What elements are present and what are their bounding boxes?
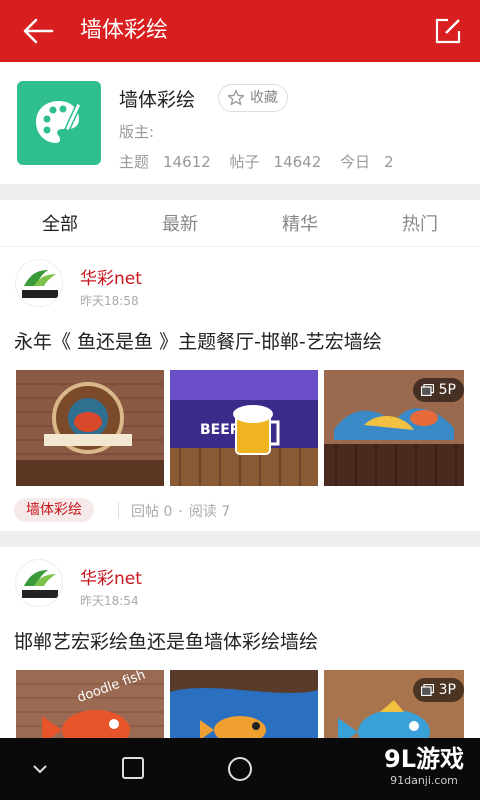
- favorite-button[interactable]: 收藏: [218, 84, 288, 112]
- watermark-site: 91danji.com: [390, 774, 458, 787]
- avatar[interactable]: [15, 559, 63, 607]
- tab-all[interactable]: 全部: [0, 210, 120, 236]
- topics-count: 14612: [163, 153, 211, 171]
- chevron-down-icon[interactable]: [32, 764, 48, 774]
- system-nav-bar: 9L游戏 91danji.com: [0, 738, 480, 800]
- palette-icon: [36, 101, 82, 143]
- divider: [118, 502, 119, 518]
- reply-count: 回帖 0: [131, 504, 173, 520]
- photo-count: 5P: [438, 382, 456, 398]
- post-image[interactable]: BEER: [170, 370, 318, 486]
- compose-icon[interactable]: [434, 17, 462, 45]
- back-arrow-icon[interactable]: [22, 16, 54, 46]
- forum-tag[interactable]: 墙体彩绘: [14, 498, 94, 522]
- tab-latest[interactable]: 最新: [120, 210, 240, 236]
- post-author[interactable]: 华彩net: [80, 264, 142, 289]
- post-meta: 回帖 0 · 阅读 7: [131, 504, 231, 520]
- watermark: 9L游戏 91danji.com: [384, 744, 464, 787]
- today-count: 2: [384, 153, 394, 171]
- forum-name: 墙体彩绘: [119, 89, 196, 111]
- post-author[interactable]: 华彩net: [80, 564, 142, 589]
- today-label: 今日: [340, 153, 371, 171]
- top-app-bar: 墙体彩绘: [0, 0, 480, 62]
- svg-text:BEER: BEER: [200, 422, 241, 438]
- topics-label: 主题: [119, 153, 150, 171]
- forum-stats: 主题 14612 帖子 14642 今日 2: [119, 151, 408, 172]
- post-image[interactable]: [16, 370, 164, 486]
- tab-hot[interactable]: 热门: [360, 210, 480, 236]
- home-icon[interactable]: [227, 756, 253, 782]
- filter-tabs: 全部 最新 精华 热门: [0, 200, 480, 247]
- post-card[interactable]: 华彩net 昨天18:58 永年《 鱼还是鱼 》主题餐厅-邯郸-艺宏墙绘 BEE…: [0, 247, 480, 531]
- post-title[interactable]: 邯郸艺宏彩绘鱼还是鱼墙体彩绘墙绘: [14, 627, 318, 654]
- post-time: 昨天18:54: [80, 594, 139, 608]
- recent-apps-icon[interactable]: [121, 756, 145, 780]
- post-card[interactable]: 华彩net 昨天18:54 邯郸艺宏彩绘鱼还是鱼墙体彩绘墙绘 doodle fi…: [0, 547, 480, 786]
- forum-header: 墙体彩绘 收藏 版主: 主题 14612 帖子 14642 今日 2: [0, 62, 480, 184]
- star-icon: [227, 89, 245, 106]
- posts-count: 14642: [273, 153, 322, 171]
- photo-count: 3P: [438, 682, 456, 698]
- post-title[interactable]: 永年《 鱼还是鱼 》主题餐厅-邯郸-艺宏墙绘: [14, 327, 382, 354]
- favorite-label: 收藏: [250, 90, 278, 106]
- photos-icon: [420, 384, 434, 396]
- photos-icon: [420, 684, 434, 696]
- tab-featured[interactable]: 精华: [240, 210, 360, 236]
- page-title: 墙体彩绘: [80, 18, 169, 43]
- avatar[interactable]: [15, 259, 63, 307]
- huacai-logo-icon: [22, 570, 58, 598]
- posts-label: 帖子: [229, 153, 260, 171]
- photo-count-badge: 5P: [412, 378, 464, 402]
- forum-logo: [17, 81, 101, 165]
- watermark-logo: 9L游戏: [384, 745, 464, 773]
- read-count: 阅读 7: [188, 504, 231, 520]
- post-image[interactable]: 5P: [324, 370, 472, 486]
- post-time: 昨天18:58: [80, 294, 139, 308]
- huacai-logo-icon: [22, 270, 58, 298]
- photo-count-badge: 3P: [412, 678, 464, 702]
- moderator-label: 版主:: [119, 123, 155, 141]
